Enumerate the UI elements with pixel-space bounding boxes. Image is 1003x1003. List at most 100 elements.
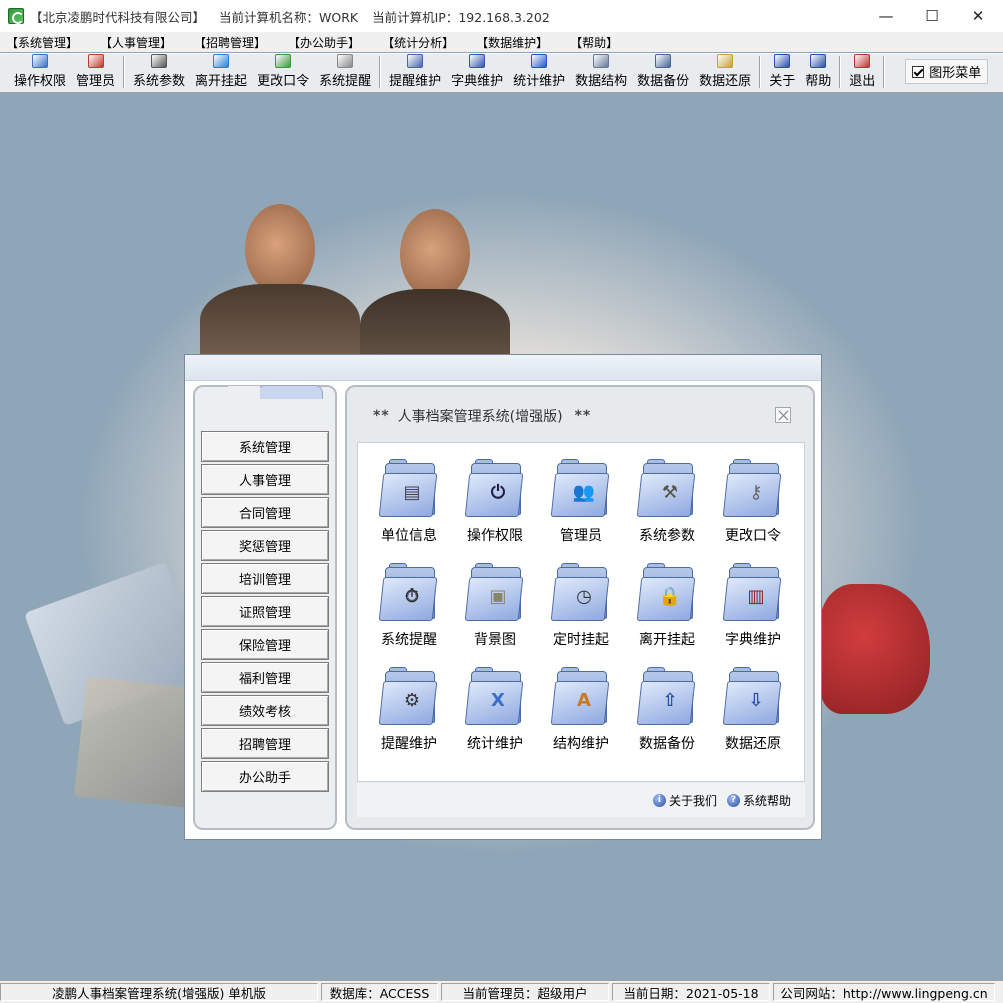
nav-button[interactable]: 办公助手 [201, 761, 329, 792]
toolbar-separator [759, 56, 762, 88]
function-item[interactable]: ⚒ 系统参数 [624, 459, 710, 545]
menu-item[interactable]: 【统计分析】 [382, 34, 454, 51]
app-a-icon: A [577, 689, 591, 711]
menu-item[interactable]: 【办公助手】 [288, 34, 360, 51]
toolbar-button[interactable]: 系统提醒 [317, 54, 373, 92]
toolbar-button[interactable]: 更改口令 [255, 54, 311, 92]
graphic-menu-checkbox[interactable]: 图形菜单 [905, 59, 989, 84]
about-icon: i [652, 793, 666, 807]
toolbar-button[interactable]: 离开挂起 [193, 54, 249, 92]
toolbar-separator [839, 56, 842, 88]
nav-button[interactable]: 招聘管理 [201, 728, 329, 759]
gear-icon: ⚙ [403, 689, 421, 711]
nav-button[interactable]: 系统管理 [201, 431, 329, 462]
function-item[interactable]: ⚙ 提醒维护 [366, 667, 452, 753]
title-stars-right: ** [574, 408, 592, 424]
function-item[interactable]: ▤ 单位信息 [366, 459, 452, 545]
arrow-down-icon: ⇩ [748, 689, 764, 711]
menu-item[interactable]: 【招聘管理】 [194, 34, 266, 51]
function-item[interactable]: 🔒 离开挂起 [624, 563, 710, 649]
toolbar-button[interactable]: 提醒维护 [387, 54, 443, 92]
toolbar-button[interactable]: 统计维护 [511, 54, 567, 92]
function-item-label: 提醒维护 [381, 736, 437, 752]
maximize-button[interactable]: ☐ [909, 0, 955, 32]
background-person-head [400, 209, 470, 299]
reminder-icon [337, 54, 354, 68]
function-item-label: 统计维护 [467, 736, 523, 752]
toolbar-button[interactable]: 字典维护 [449, 54, 505, 92]
x-icon: X [491, 689, 505, 711]
toolbar-button-label: 数据还原 [699, 74, 752, 89]
function-grid-area: ▤ 单位信息 ⏻ 操作权限 👥 管理员 ⚒ 系统参数 ⚷ 更改口令 ⏱ 系统提醒 ▣ 背景图 ◷ 定时挂起 🔒 离… [357, 442, 805, 782]
lock-icon: 🔒 [658, 585, 682, 607]
nav-button[interactable]: 绩效考核 [201, 695, 329, 726]
close-button[interactable]: ✕ [955, 0, 1001, 32]
folder-icon: ⏻ [464, 459, 524, 519]
panel-title-bar: ** 人事档案管理系统(增强版) ** [361, 401, 801, 431]
clock-icon: ◷ [576, 585, 592, 607]
toolbar-button[interactable]: 数据还原 [697, 54, 753, 92]
status-date: 当前日期：2021-05-18 [612, 983, 770, 1001]
checkbox-checked-icon[interactable] [912, 65, 925, 78]
nav-button[interactable]: 证照管理 [201, 596, 329, 627]
data-structure-icon [593, 54, 610, 68]
toolbar-button-label: 帮助 [805, 74, 832, 89]
function-item[interactable]: ⏱ 系统提醒 [366, 563, 452, 649]
menu-item[interactable]: 【人事管理】 [100, 34, 172, 51]
function-panel: ** 人事档案管理系统(增强版) ** ▤ 单位信息 ⏻ 操作权限 👥 管理员 ⚒ 系统参数 ⚷… [345, 385, 815, 830]
nav-button[interactable]: 福利管理 [201, 662, 329, 693]
title-bar: 【北京凌鹏时代科技有限公司】 当前计算机名称：WORK 当前计算机IP：192.… [0, 0, 1003, 32]
nav-list: 系统管理 人事管理 合同管理 奖惩管理 培训管理 证照管理 保险管理 福利管理 绩效考核 招聘管理… [201, 431, 329, 794]
users-icon: 👥 [572, 481, 596, 503]
function-item[interactable]: ▣ 背景图 [452, 563, 538, 649]
function-item[interactable]: ⚷ 更改口令 [710, 459, 796, 545]
toolbar-button[interactable]: 管理员 [74, 54, 117, 92]
nav-button[interactable]: 奖惩管理 [201, 530, 329, 561]
folder-icon: A [550, 667, 610, 727]
folder-icon: ▤ [378, 459, 438, 519]
toolbar-button-label: 离开挂起 [195, 74, 248, 89]
panel-title: 人事档案管理系统(增强版) [397, 409, 563, 425]
toolbar-button-label: 更改口令 [257, 74, 310, 89]
function-item[interactable]: ⏻ 操作权限 [452, 459, 538, 545]
function-item-label: 数据备份 [639, 736, 695, 752]
graphic-menu-label: 图形菜单 [929, 66, 982, 81]
status-bar: 凌鹏人事档案管理系统(增强版) 单机版 数据库：ACCESS 当前管理员：超级用… [0, 980, 1003, 1003]
stopwatch-icon: ⏱ [404, 585, 420, 607]
toolbar: 操作权限 管理员 系统参数 离开挂起 更改口令 系统提醒 提醒维护 字典维护 统计维护 数据结构数… [0, 53, 1003, 93]
toolbar-separator [379, 56, 382, 88]
nav-button[interactable]: 人事管理 [201, 464, 329, 495]
nav-button[interactable]: 保险管理 [201, 629, 329, 660]
toolbar-button[interactable]: 数据结构 [573, 54, 629, 92]
menu-item[interactable]: 【数据维护】 [476, 34, 548, 51]
toolbar-separator [883, 56, 886, 88]
menu-item[interactable]: 【系统管理】 [6, 34, 78, 51]
background-person-head [245, 204, 315, 294]
toolbar-button[interactable]: 关于 [767, 54, 797, 92]
system-help-link[interactable]: ? 系统帮助 [726, 792, 791, 809]
panel-close-icon[interactable] [775, 407, 791, 423]
minimize-button[interactable]: — [863, 0, 909, 32]
toolbar-button-label: 退出 [849, 74, 876, 89]
function-item[interactable]: ▥ 字典维护 [710, 563, 796, 649]
function-item[interactable]: X 统计维护 [452, 667, 538, 753]
nav-button[interactable]: 培训管理 [201, 563, 329, 594]
function-item[interactable]: A 结构维护 [538, 667, 624, 753]
restore-icon [717, 54, 734, 68]
toolbar-button[interactable]: 数据备份 [635, 54, 691, 92]
toolbar-button[interactable]: 帮助 [803, 54, 833, 92]
function-item[interactable]: 👥 管理员 [538, 459, 624, 545]
function-item[interactable]: ◷ 定时挂起 [538, 563, 624, 649]
menu-item[interactable]: 【帮助】 [570, 34, 618, 51]
function-item[interactable]: ⇧ 数据备份 [624, 667, 710, 753]
nav-button[interactable]: 合同管理 [201, 497, 329, 528]
about-us-link[interactable]: i 关于我们 [652, 792, 717, 809]
toolbar-button[interactable]: 操作权限 [12, 54, 68, 92]
function-item[interactable]: ⇩ 数据还原 [710, 667, 796, 753]
toolbar-button[interactable]: 退出 [847, 54, 877, 92]
power-icon: ⏻ [490, 481, 506, 503]
folder-icon: ⇧ [636, 667, 696, 727]
toolbar-button[interactable]: 系统参数 [131, 54, 187, 92]
function-item-label: 数据还原 [725, 736, 781, 752]
folder-icon: X [464, 667, 524, 727]
